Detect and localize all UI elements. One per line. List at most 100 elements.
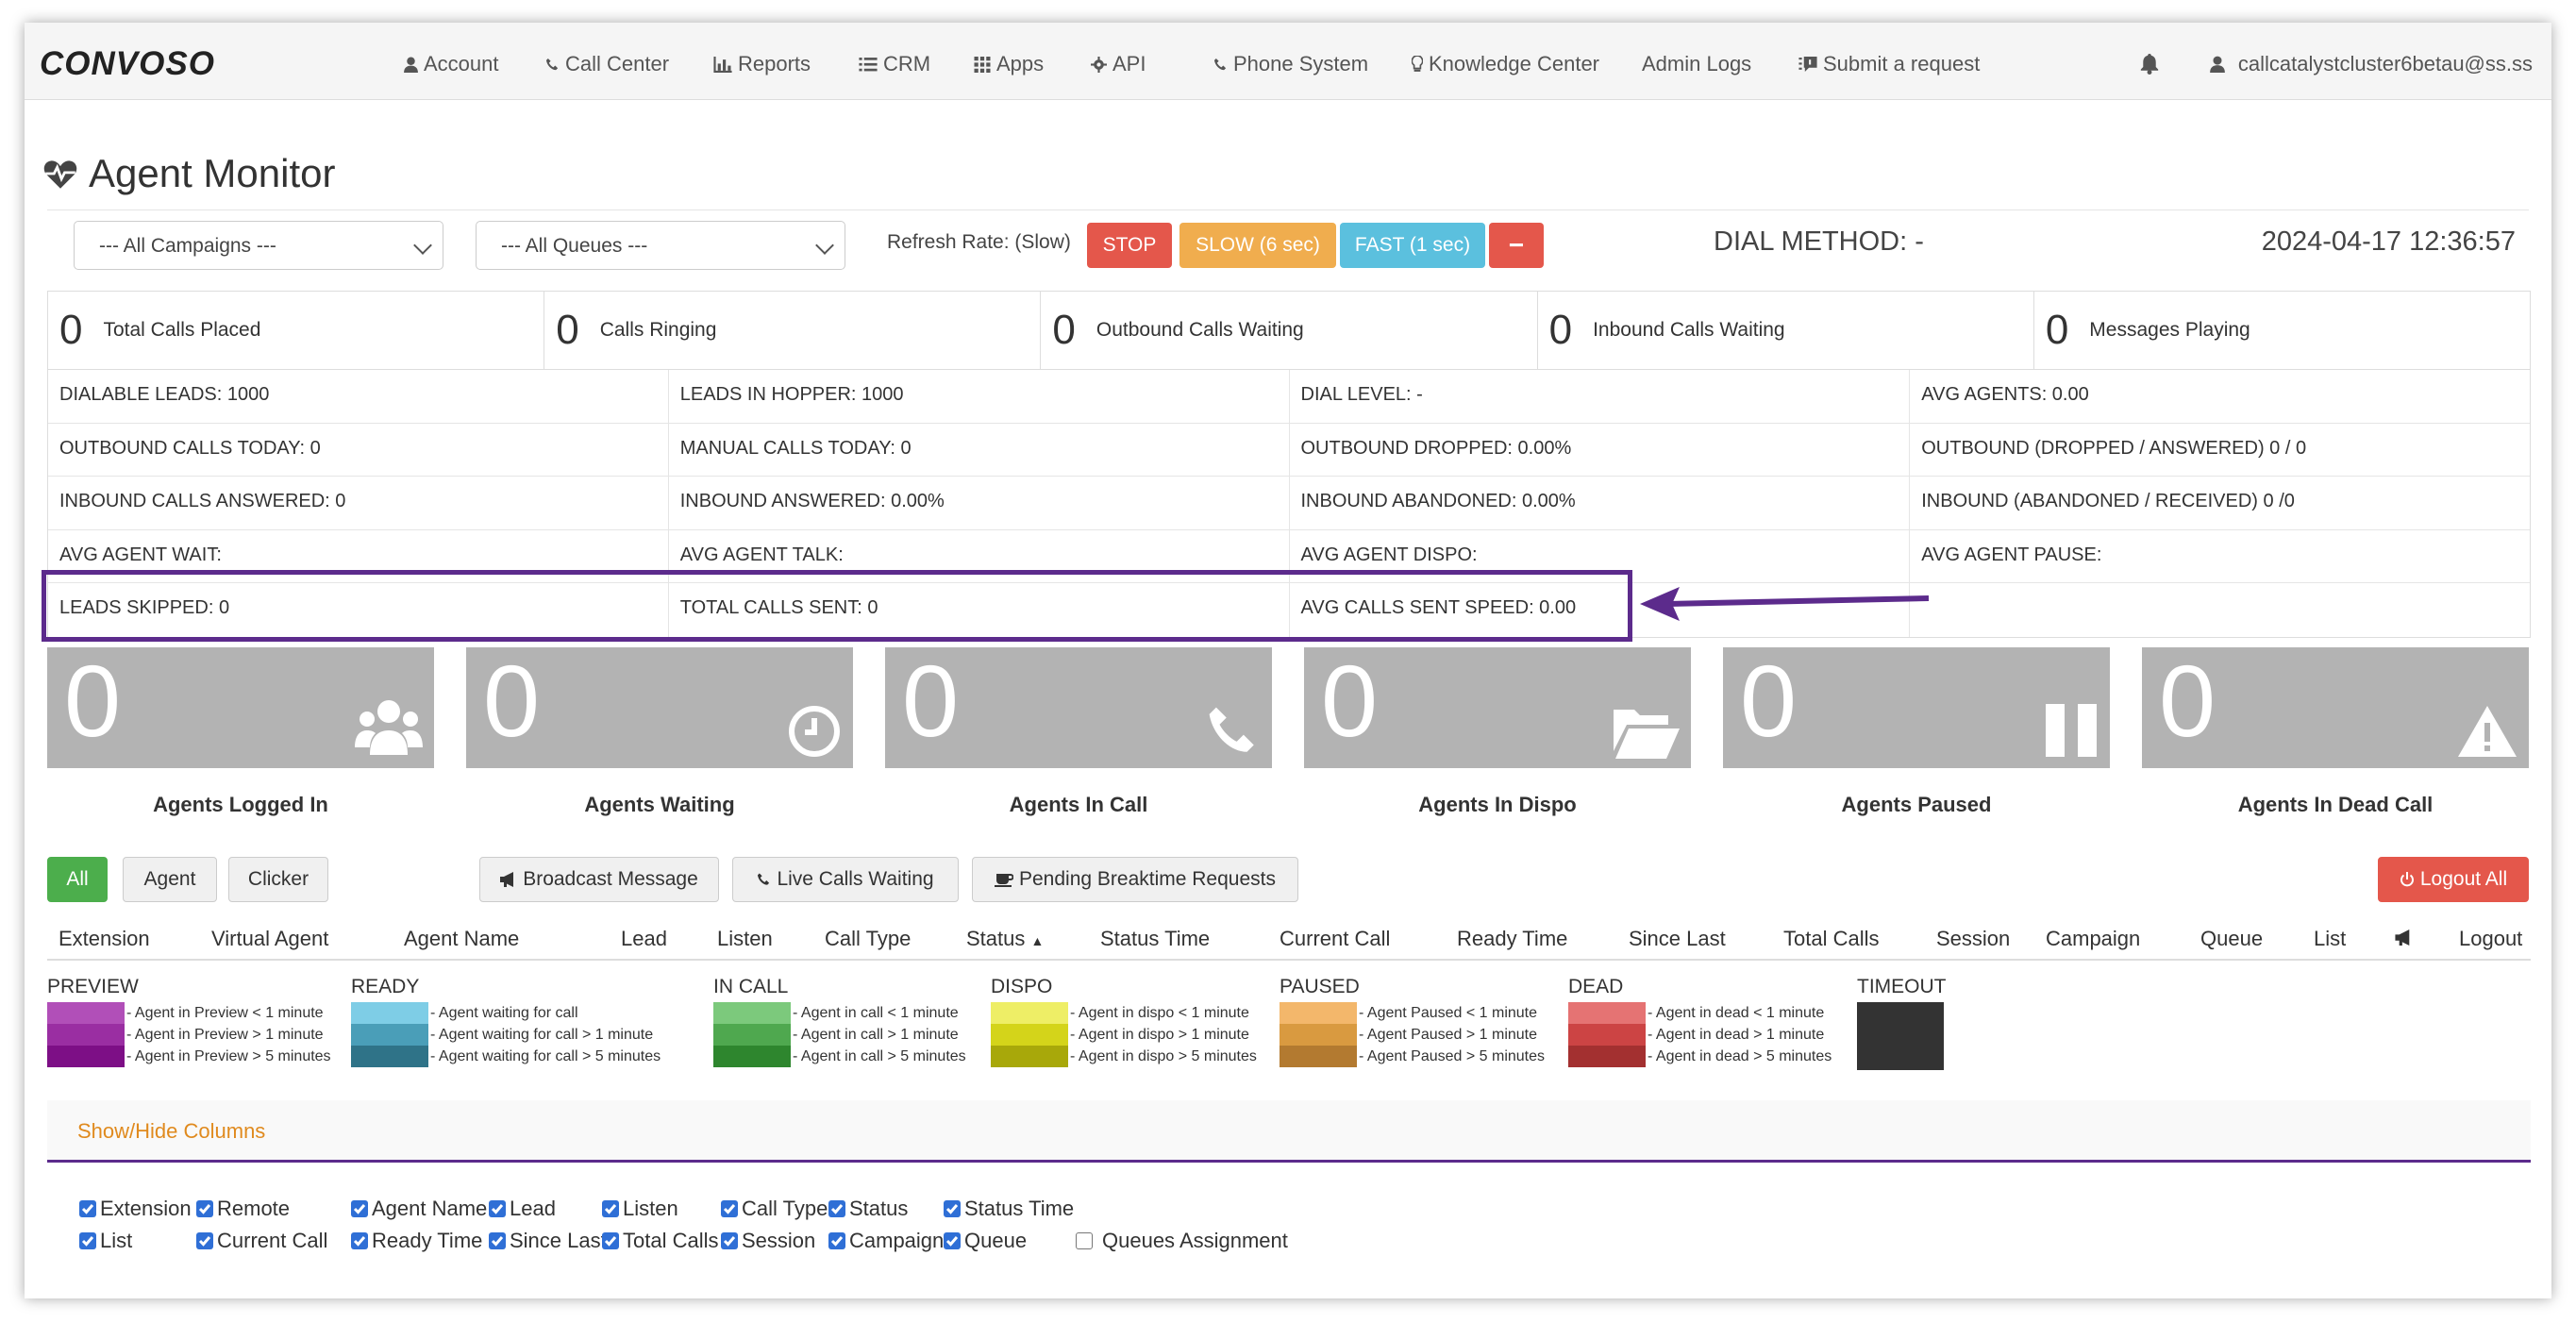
nav-submit-request[interactable]: Submit a request <box>1798 52 1980 76</box>
checkbox-checked[interactable] <box>196 1200 213 1217</box>
checkbox-checked[interactable] <box>944 1232 961 1249</box>
toggle-current-call[interactable]: Current Call <box>196 1229 327 1253</box>
checkbox-checked[interactable] <box>351 1200 368 1217</box>
legend-swatch <box>351 1046 428 1067</box>
user-icon <box>2210 56 2225 73</box>
col-header-since-last[interactable]: Since Last <box>1629 927 1726 951</box>
toggle-ready-time[interactable]: Ready Time <box>351 1229 482 1253</box>
toggle-queue[interactable]: Queue <box>944 1229 1027 1253</box>
checkbox-checked[interactable] <box>721 1200 738 1217</box>
col-header-status[interactable]: Status ▲ <box>966 927 1044 951</box>
nav-admin-logs[interactable]: Admin Logs <box>1642 52 1751 76</box>
checkbox-unchecked[interactable] <box>1076 1232 1093 1249</box>
checkbox-checked[interactable] <box>79 1232 96 1249</box>
toggle-queues-assignment[interactable]: Queues Assignment <box>1076 1229 1288 1253</box>
nav-call-center[interactable]: Call Center <box>545 52 669 76</box>
nav-api[interactable]: API <box>1091 52 1146 76</box>
user-email[interactable]: callcatalystcluster6betau@ss.ss <box>2238 52 2533 76</box>
checkbox-checked[interactable] <box>828 1232 845 1249</box>
col-header-call-type[interactable]: Call Type <box>825 927 911 951</box>
checkbox-checked[interactable] <box>828 1200 845 1217</box>
toggle-label: Current Call <box>217 1229 328 1252</box>
col-header-queue[interactable]: Queue <box>2200 927 2263 951</box>
live-calls-waiting-button[interactable]: Live Calls Waiting <box>732 857 959 902</box>
col-header-lead[interactable]: Lead <box>621 927 667 951</box>
col-header-total-calls[interactable]: Total Calls <box>1783 927 1879 951</box>
col-header-current-call[interactable]: Current Call <box>1280 927 1390 951</box>
toggle-total-calls[interactable]: Total Calls <box>602 1229 718 1253</box>
pending-breaktime-requests-button[interactable]: Pending Breaktime Requests <box>972 857 1298 902</box>
comment-list-icon <box>1798 56 1817 72</box>
pending-breaktime-requests-label: Pending Breaktime Requests <box>1019 868 1276 890</box>
col-header-campaign[interactable]: Campaign <box>2046 927 2140 951</box>
queue-select[interactable]: --- All Queues --- <box>476 221 845 270</box>
checkbox-checked[interactable] <box>489 1232 506 1249</box>
stop-button[interactable]: STOP <box>1087 223 1172 268</box>
toggle-lead[interactable]: Lead <box>489 1197 556 1221</box>
stat-cell: INBOUND CALLS ANSWERED: 0 <box>48 477 669 529</box>
col-header-virtual-agent[interactable]: Virtual Agent <box>211 927 328 951</box>
checkbox-checked[interactable] <box>79 1200 96 1217</box>
stats-row: INBOUND CALLS ANSWERED: 0 INBOUND ANSWER… <box>48 477 2530 530</box>
legend-desc: - Agent in call < 1 minute <box>793 1004 959 1021</box>
dial-method: DIAL METHOD: - <box>1714 226 1924 257</box>
nav-phone-system[interactable]: Phone System <box>1213 52 1368 76</box>
legend-swatch <box>1568 1024 1646 1046</box>
toggle-status[interactable]: Status <box>828 1197 908 1221</box>
power-icon <box>2400 872 2414 887</box>
checkbox-checked[interactable] <box>489 1200 506 1217</box>
counter-label: Inbound Calls Waiting <box>1593 319 1785 341</box>
annotation-arrow-icon <box>1640 587 1930 621</box>
checkbox-checked[interactable] <box>351 1232 368 1249</box>
legend-desc: - Agent Paused < 1 minute <box>1359 1004 1538 1021</box>
broadcast-message-button[interactable]: Broadcast Message <box>479 857 719 902</box>
checkbox-checked[interactable] <box>602 1232 619 1249</box>
col-header-broadcast[interactable] <box>2395 927 2414 951</box>
checkbox-checked[interactable] <box>944 1200 961 1217</box>
legend-desc: - Agent in dispo > 1 minute <box>1070 1026 1249 1043</box>
logout-all-button[interactable]: Logout All <box>2378 857 2529 902</box>
nav-apps[interactable]: Apps <box>974 52 1044 76</box>
slow-refresh-button[interactable]: SLOW (6 sec) <box>1179 223 1336 268</box>
legend-paused: PAUSED - Agent Paused < 1 minute - Agent… <box>1280 976 1545 1067</box>
brand-logo[interactable]: CONVOSO <box>40 45 215 83</box>
stat-cell: DIAL LEVEL: - <box>1290 370 1911 423</box>
toggle-extension[interactable]: Extension <box>79 1197 192 1221</box>
legend-swatch <box>1280 1002 1357 1024</box>
col-header-listen[interactable]: Listen <box>717 927 773 951</box>
toggle-session[interactable]: Session <box>721 1229 815 1253</box>
legend-swatch <box>351 1024 428 1046</box>
campaign-select[interactable]: --- All Campaigns --- <box>74 221 443 270</box>
toggle-status-time[interactable]: Status Time <box>944 1197 1074 1221</box>
filter-agent-button[interactable]: Agent <box>123 857 217 902</box>
col-header-logout[interactable]: Logout <box>2459 927 2522 951</box>
nav-reports[interactable]: Reports <box>713 52 811 76</box>
col-header-list[interactable]: List <box>2314 927 2346 951</box>
col-header-session[interactable]: Session <box>1936 927 2010 951</box>
col-header-ready-time[interactable]: Ready Time <box>1457 927 1567 951</box>
nav-account[interactable]: Account <box>404 52 499 76</box>
bell-icon[interactable] <box>2140 54 2159 75</box>
show-hide-columns-link[interactable]: Show/Hide Columns <box>77 1119 265 1144</box>
counter-label: Messages Playing <box>2089 319 2250 341</box>
nav-knowledge-center[interactable]: Knowledge Center <box>1412 52 1599 76</box>
toggle-call-type[interactable]: Call Type <box>721 1197 828 1221</box>
queue-select-value: --- All Queues --- <box>501 235 648 257</box>
col-header-status-time[interactable]: Status Time <box>1100 927 1210 951</box>
fast-refresh-button[interactable]: FAST (1 sec) <box>1340 223 1485 268</box>
col-header-agent-name[interactable]: Agent Name <box>404 927 519 951</box>
toggle-list[interactable]: List <box>79 1229 132 1253</box>
toggle-listen[interactable]: Listen <box>602 1197 678 1221</box>
filter-all-button[interactable]: All <box>47 857 108 902</box>
nav-crm[interactable]: CRM <box>859 52 930 76</box>
toggle-campaign[interactable]: Campaign <box>828 1229 944 1253</box>
col-header-extension[interactable]: Extension <box>59 927 150 951</box>
toggle-remote[interactable]: Remote <box>196 1197 290 1221</box>
checkbox-checked[interactable] <box>196 1232 213 1249</box>
toggle-agent-name[interactable]: Agent Name <box>351 1197 487 1221</box>
checkbox-checked[interactable] <box>602 1200 619 1217</box>
checkbox-checked[interactable] <box>721 1232 738 1249</box>
filter-clicker-button[interactable]: Clicker <box>228 857 328 902</box>
minus-button[interactable]: − <box>1489 223 1544 268</box>
toggle-since-last[interactable]: Since Last <box>489 1229 607 1253</box>
